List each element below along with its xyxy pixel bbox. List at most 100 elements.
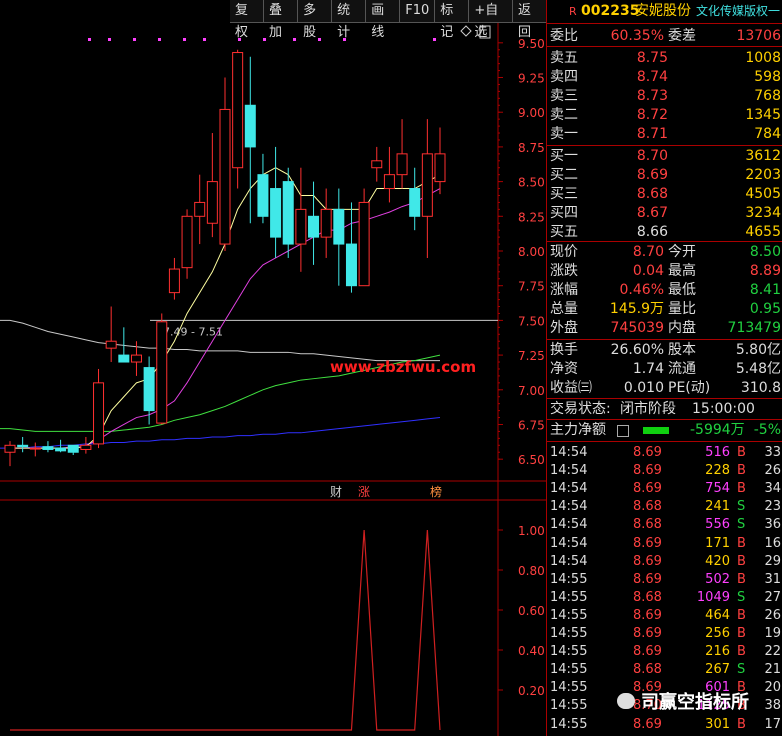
ask-volume: 1345 [745, 107, 781, 123]
candle-body-up [105, 340, 117, 349]
toolbar-button-statistics[interactable]: 统计 [331, 0, 365, 40]
tick-volume: 171 [705, 535, 730, 551]
ask-row[interactable]: 卖一 8.71 784 [547, 125, 782, 144]
bid-volume: 4505 [745, 186, 781, 202]
candle-body-down [257, 174, 269, 217]
tick-row[interactable]: 14:55 8.68 1049 S 27 [547, 589, 782, 607]
tick-side: B [737, 644, 746, 660]
bid-price: 8.68 [636, 186, 668, 202]
flow-bar [643, 427, 669, 434]
tick-row[interactable]: 14:54 8.69 171 B 16 [547, 535, 782, 553]
weibi-row: 委比 60.35% 委差 13706 [547, 27, 782, 46]
top-dot-marker [133, 38, 136, 41]
price-tick-label: 6.50 [518, 453, 545, 467]
divider [547, 339, 782, 340]
candle-body-up [383, 174, 395, 190]
kline-chart-area[interactable]: 9.50 9.25 9.00 8.75 8.50 8.25 8.00 7.75 7.50 7.25… [0, 0, 546, 736]
main-flow-label: 主力净额 [550, 422, 606, 438]
tick-price: 8.69 [633, 463, 662, 479]
tick-price: 8.69 [633, 571, 662, 587]
stat-row: 涨跌 0.04 最高 8.89 [547, 262, 782, 281]
tick-row[interactable]: 14:54 8.69 754 B 34 [547, 480, 782, 498]
toolbar-button-mark[interactable]: 标记 [434, 0, 468, 40]
price-tick-label: 8.50 [518, 176, 545, 190]
price-tick-label: 9.25 [518, 72, 545, 86]
stat-label: 换手 [550, 342, 578, 358]
bid-row[interactable]: 买五 8.66 4655 [547, 223, 782, 242]
stat-value: 0.95 [749, 301, 781, 317]
price-tick-label: 8.25 [518, 210, 545, 224]
ask-row[interactable]: 卖三 8.73 768 [547, 87, 782, 106]
price-tick-label: 7.25 [518, 349, 545, 363]
price-tick-label: 8.75 [518, 141, 545, 155]
tick-row[interactable]: 14:54 8.69 516 B 33 [547, 444, 782, 462]
toolbar-button-add-favorite[interactable]: +自选 [468, 0, 512, 40]
tick-row[interactable]: 14:55 8.69 216 B 22 [547, 643, 782, 661]
toolbar-button-multi-stock[interactable]: 多股 [297, 0, 331, 40]
stock-sector[interactable]: 文化传媒版权一 [696, 2, 780, 21]
stat-label: 涨跌 [550, 263, 578, 279]
candle-body-up [434, 153, 446, 183]
tick-time: 14:55 [550, 680, 588, 696]
brand-watermark: 司赢空指标所 [617, 688, 749, 714]
price-tick-label: 8.00 [518, 245, 545, 259]
tick-time: 14:54 [550, 445, 588, 460]
tick-price: 8.68 [633, 662, 662, 678]
ask-row[interactable]: 卖四 8.74 598 [547, 68, 782, 87]
candle-body-up [181, 215, 193, 269]
bid-row[interactable]: 买三 8.68 4505 [547, 185, 782, 204]
divider [547, 419, 782, 420]
tick-row[interactable]: 14:55 8.69 502 B 31 [547, 571, 782, 589]
stock-code: 002235 [581, 3, 640, 19]
ask-row[interactable]: 卖五 8.75 1008 [547, 49, 782, 68]
candle-body-down [308, 215, 320, 238]
tick-time: 14:54 [550, 535, 588, 551]
tick-row[interactable]: 14:55 8.68 267 S 21 [547, 661, 782, 679]
tick-row[interactable]: 14:54 8.69 228 B 26 [547, 462, 782, 480]
tick-row[interactable]: 14:54 8.69 420 B 29 [547, 553, 782, 571]
tick-row[interactable]: 14:54 8.68 241 S 23 [547, 498, 782, 516]
tick-side: B [737, 481, 746, 497]
candle-body-down [244, 104, 256, 148]
top-dot-marker [318, 38, 321, 41]
candle-body-up [421, 153, 433, 217]
divider [547, 46, 782, 47]
stat-label: 流通 [668, 361, 696, 377]
tick-count: 38 [764, 698, 781, 714]
menu-icon[interactable] [617, 425, 629, 437]
tick-row[interactable]: 14:55 8.69 301 B 17 [547, 716, 782, 734]
tick-side: B [737, 553, 746, 569]
tick-volume: 516 [705, 445, 730, 460]
toolbar-button-back[interactable]: 返回 [512, 0, 546, 40]
bid-row[interactable]: 买一 8.70 3612 [547, 147, 782, 166]
stat-value: 0.46% [619, 282, 664, 298]
candle-body-down [345, 243, 357, 287]
tick-volume: 301 [705, 716, 730, 732]
tick-row[interactable]: 14:54 8.68 556 S 36 [547, 516, 782, 534]
tick-side: B [737, 716, 746, 732]
tick-count: 16 [764, 535, 781, 551]
stat-label: 股本 [668, 342, 696, 358]
toolbar-button-overlay[interactable]: 叠加 [263, 0, 297, 40]
stat-label: 涨幅 [550, 282, 578, 298]
bid-row[interactable]: 买四 8.67 3234 [547, 204, 782, 223]
trade-status-row: 交易状态: 闭市阶段 15:00:00 [547, 400, 782, 419]
tick-side: B [737, 571, 746, 587]
candle-body-down [17, 444, 29, 448]
toolbar-button-restore-rights[interactable]: 复权 [230, 0, 263, 40]
stat-label: 最低 [668, 282, 696, 298]
ask-label: 卖四 [550, 69, 578, 85]
ask-volume: 598 [754, 69, 781, 85]
toolbar-button-f10[interactable]: F10 [399, 0, 434, 22]
ask-row[interactable]: 卖二 8.72 1345 [547, 106, 782, 125]
ma-line-blue [0, 417, 441, 449]
tick-price: 8.69 [633, 553, 662, 569]
tick-price: 8.68 [633, 517, 662, 533]
candle-body-up [320, 208, 332, 238]
tick-volume: 267 [705, 662, 730, 678]
bid-row[interactable]: 买二 8.69 2203 [547, 166, 782, 185]
tick-row[interactable]: 14:55 8.69 256 B 19 [547, 625, 782, 643]
toolbar-button-draw-line[interactable]: 画线 [365, 0, 399, 40]
tick-price: 8.69 [633, 626, 662, 641]
tick-row[interactable]: 14:55 8.69 464 B 26 [547, 607, 782, 625]
